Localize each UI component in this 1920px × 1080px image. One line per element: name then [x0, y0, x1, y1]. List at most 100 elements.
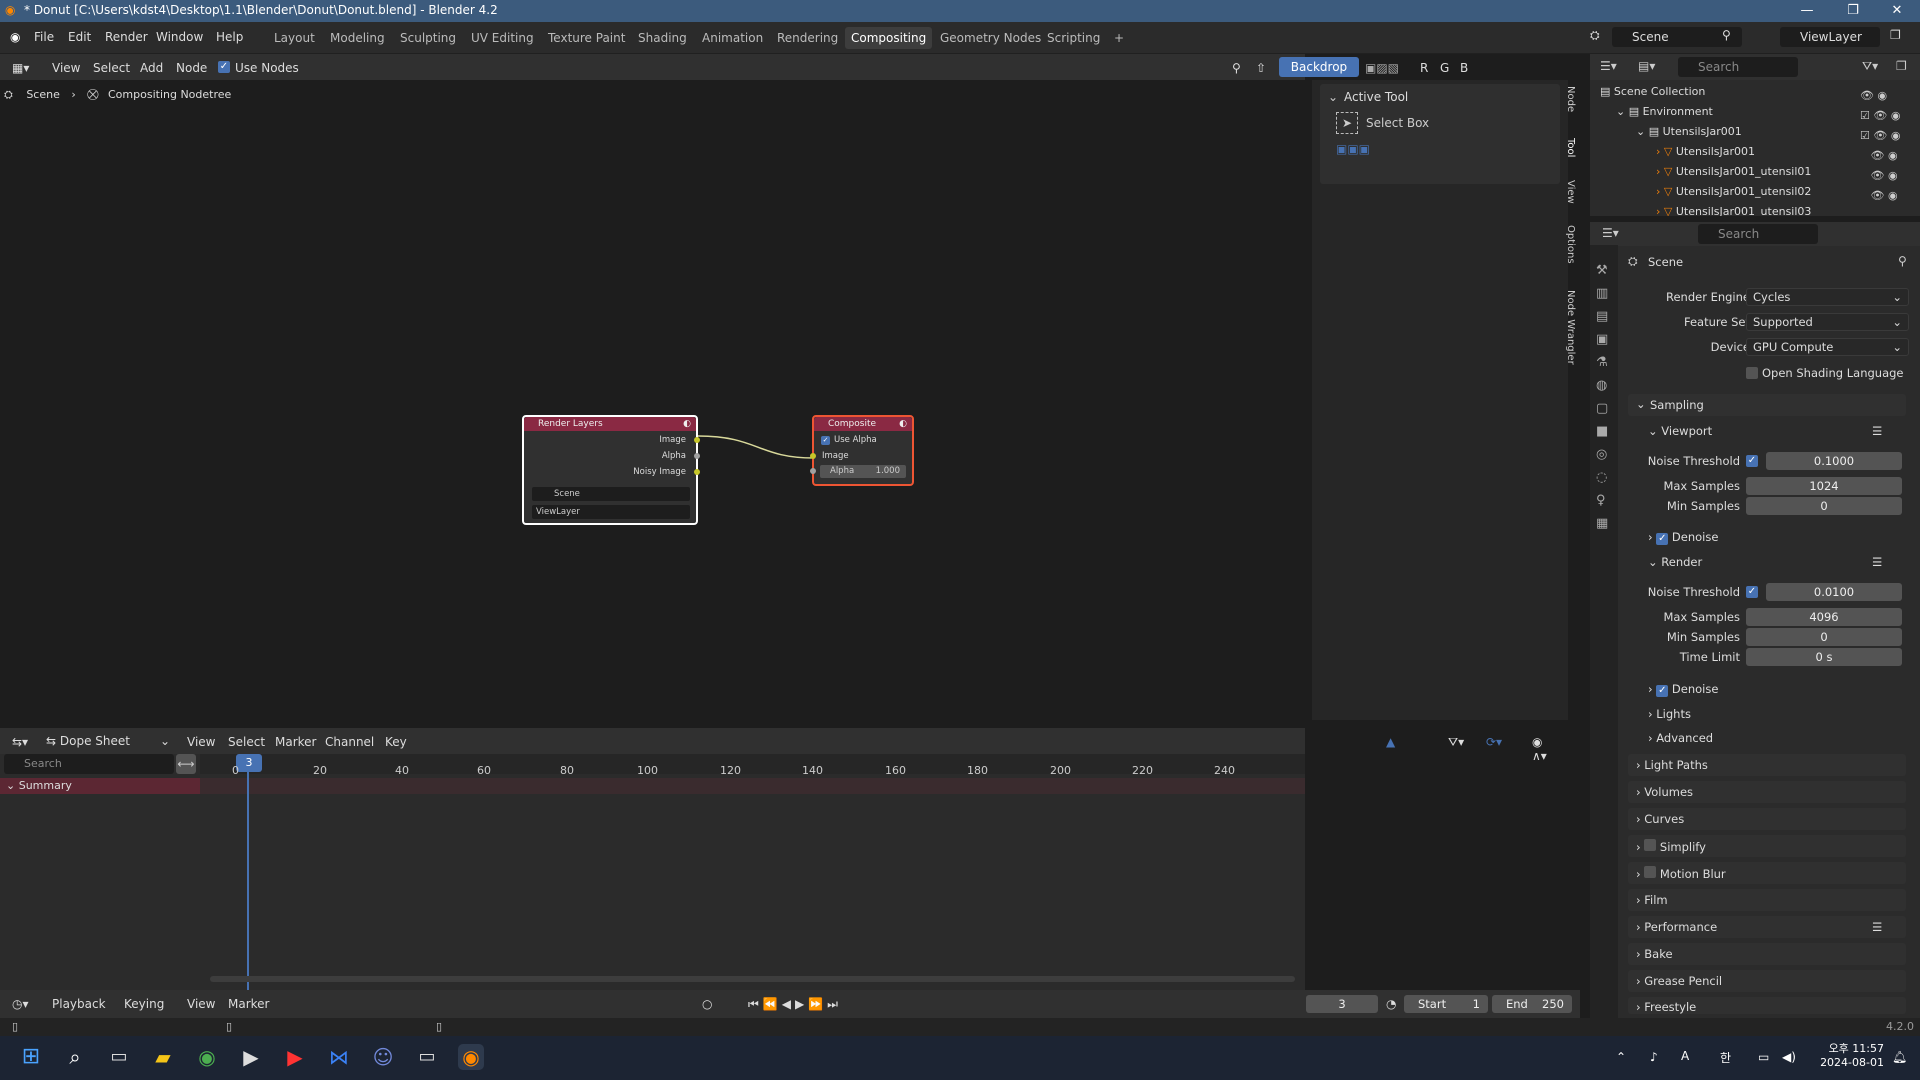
use-nodes-checkbox[interactable]: ✓ [218, 61, 230, 73]
clock-date[interactable]: 2024-08-01 [1814, 1056, 1884, 1069]
swap-icon[interactable]: ⟷ [176, 754, 196, 774]
render-denoise-subpanel[interactable]: › ✓ Denoise [1648, 682, 1718, 697]
outliner-type-icon[interactable]: ☰▾ [1600, 59, 1617, 73]
ds-menu-key[interactable]: Key [385, 735, 407, 749]
render-noise-checkbox[interactable]: ✓ [1746, 586, 1758, 598]
breadcrumb-tree[interactable]: Compositing Nodetree [108, 88, 231, 101]
timeline-playback-menu[interactable]: Playback [52, 997, 106, 1011]
sidebar-tab-tool[interactable]: Tool [1560, 138, 1576, 157]
render-denoise-checkbox[interactable]: ✓ [1656, 685, 1669, 697]
properties-tab-icons[interactable]: ⚒ ▥ ▤ ▣ ⚗ ◍ ▢ ■ ◎ ◌ ♀ ▦ [1596, 259, 1608, 535]
stopwatch-icon[interactable]: ◔ [1386, 997, 1396, 1011]
tab-uv-editing[interactable]: UV Editing [465, 27, 540, 49]
editor-type-icon[interactable]: ⇆▾ [12, 735, 28, 749]
render-engine-dropdown[interactable]: Cycles ⌄ [1746, 288, 1909, 306]
performance-panel[interactable]: › Performance ☰ [1628, 916, 1906, 938]
close-button[interactable]: ✕ [1874, 0, 1920, 22]
ds-menu-select[interactable]: Select [228, 735, 265, 749]
render-subpanel[interactable]: ⌄ Render [1648, 555, 1702, 569]
viewport-subpanel[interactable]: ⌄ Viewport [1648, 424, 1712, 438]
film-panel[interactable]: › Film [1628, 889, 1906, 911]
volume-icon[interactable]: ◀) [1782, 1050, 1796, 1064]
only-selected-icon[interactable]: ▲ [1386, 735, 1395, 749]
curves-panel[interactable]: › Curves [1628, 808, 1906, 830]
end-frame-field[interactable]: End 250 [1492, 995, 1572, 1013]
simplify-checkbox[interactable] [1644, 839, 1657, 851]
node-menu-node[interactable]: Node [176, 61, 207, 75]
outliner-row[interactable]: ⌄ ▤ Environment [1616, 102, 1713, 122]
new-collection-icon[interactable]: ❐ [1896, 59, 1907, 73]
tab-compositing[interactable]: Compositing [845, 27, 933, 49]
tab-modeling[interactable]: Modeling [324, 27, 391, 49]
outliner-row[interactable]: › ▽ UtensilsJar001_utensil02 [1656, 182, 1811, 202]
timeline-keying-menu[interactable]: Keying [124, 997, 164, 1011]
snapping-icon[interactable]: ⟳▾ [1486, 735, 1502, 749]
sidebar-tab-node-wrangler[interactable]: Node Wrangler [1560, 290, 1576, 365]
freestyle-panel[interactable]: › Freestyle [1628, 997, 1906, 1014]
tab-layout[interactable]: Layout [268, 27, 321, 49]
ime-language[interactable]: 한 [1720, 1049, 1731, 1066]
menu-render[interactable]: Render [105, 30, 148, 44]
ds-menu-marker[interactable]: Marker [275, 735, 316, 749]
viewport-noise-field[interactable]: 0.1000 [1766, 452, 1902, 470]
properties-search-field[interactable]: Search [1698, 224, 1818, 244]
proportional-icon[interactable]: ◉ ∧▾ [1532, 735, 1547, 763]
use-alpha-checkbox[interactable]: ✓ [821, 436, 830, 445]
horizontal-scrollbar[interactable] [210, 976, 1295, 982]
blender-taskbar-icon[interactable]: ◉ [458, 1044, 484, 1070]
clock-time[interactable]: 오후 11:57 [1814, 1040, 1884, 1056]
tab-rendering[interactable]: Rendering [771, 27, 844, 49]
node-menu-add[interactable]: Add [140, 61, 163, 75]
filter-icon[interactable]: ⛛▾ [1448, 735, 1464, 750]
node-menu-view[interactable]: View [52, 61, 80, 75]
time-limit-field[interactable]: 0 s [1746, 648, 1902, 666]
render-layers-header[interactable]: Render Layers ◐ [524, 417, 696, 431]
windows-start-icon[interactable]: ⊞ [18, 1044, 44, 1070]
dopesheet-mode-dropdown[interactable]: ⇆ Dope Sheet ⌄ [46, 732, 172, 750]
blender-menu-icon[interactable]: ◉ [10, 30, 20, 44]
input-alpha-socket[interactable] [810, 468, 816, 474]
terminal-icon[interactable]: ▭ [414, 1044, 440, 1070]
tray-chevron-up-icon[interactable]: ⌃ [1616, 1050, 1626, 1064]
ime-mode[interactable]: A [1681, 1049, 1689, 1063]
filter-icon[interactable]: ⛛▾ [1862, 59, 1878, 74]
advanced-subpanel[interactable]: › Advanced [1648, 731, 1713, 745]
lights-subpanel[interactable]: › Lights [1648, 707, 1691, 721]
network-icon[interactable]: ▭ [1758, 1050, 1769, 1064]
start-frame-field[interactable]: Start 1 [1404, 995, 1488, 1013]
motion-blur-panel[interactable]: › Motion Blur [1628, 862, 1906, 884]
ds-menu-channel[interactable]: Channel [325, 735, 374, 749]
tab-shading[interactable]: Shading [632, 27, 693, 49]
bake-panel[interactable]: › Bake [1628, 943, 1906, 965]
dopesheet-area[interactable]: Search ⟷ ⌄ Summary 3 [0, 754, 1305, 990]
tab-sculpting[interactable]: Sculpting [394, 27, 462, 49]
backdrop-channel-icons[interactable]: ▣▨▧ [1365, 61, 1399, 75]
viewlayer-selector[interactable]: ViewLayer [1780, 27, 1880, 47]
channel-search-field[interactable]: Search [4, 754, 174, 774]
sampling-panel-header[interactable]: ⌄ Sampling [1628, 394, 1906, 416]
menu-window[interactable]: Window [156, 30, 203, 44]
sidebar-tab-options[interactable]: Options [1560, 225, 1576, 264]
auto-keying-icon[interactable]: ○ [702, 997, 712, 1011]
new-viewlayer-icon[interactable]: ❐ [1890, 28, 1901, 42]
composite-node[interactable]: Composite ◐ ✓ Use Alpha Image Alpha 1.000 [810, 415, 914, 486]
summary-channel[interactable]: ⌄ Summary [0, 778, 200, 794]
outliner-search-field[interactable]: Search [1678, 57, 1798, 77]
microphone-icon[interactable]: ♪ [1650, 1050, 1658, 1064]
parent-tree-icon[interactable]: ⇧ [1256, 61, 1266, 75]
pin-icon[interactable]: ⚲ [1722, 28, 1731, 42]
outliner-row[interactable]: › ▽ UtensilsJar001_utensil03 [1656, 202, 1811, 216]
channel-b[interactable]: B [1460, 61, 1468, 75]
minimize-button[interactable]: — [1784, 0, 1830, 22]
visibility-toggles[interactable]: 👁 ◉ ☑ 👁 ◉ ☑ 👁 ◉ 👁 ◉ 👁 ◉ 👁 ◉ [1860, 86, 1900, 206]
viewport-max-field[interactable]: 1024 [1746, 477, 1902, 495]
tab-geometry-nodes[interactable]: Geometry Nodes [934, 27, 1047, 49]
outliner-row[interactable]: › ▽ UtensilsJar001 [1656, 142, 1755, 162]
file-explorer-icon[interactable]: ▰ [150, 1044, 176, 1070]
maximize-button[interactable]: ❐ [1830, 0, 1876, 22]
tab-scripting[interactable]: Scripting [1041, 27, 1106, 49]
playhead-line[interactable] [247, 754, 249, 990]
menu-edit[interactable]: Edit [68, 30, 91, 44]
search-icon[interactable]: ⌕ [62, 1044, 88, 1070]
youtube-icon[interactable]: ▶ [282, 1044, 308, 1070]
